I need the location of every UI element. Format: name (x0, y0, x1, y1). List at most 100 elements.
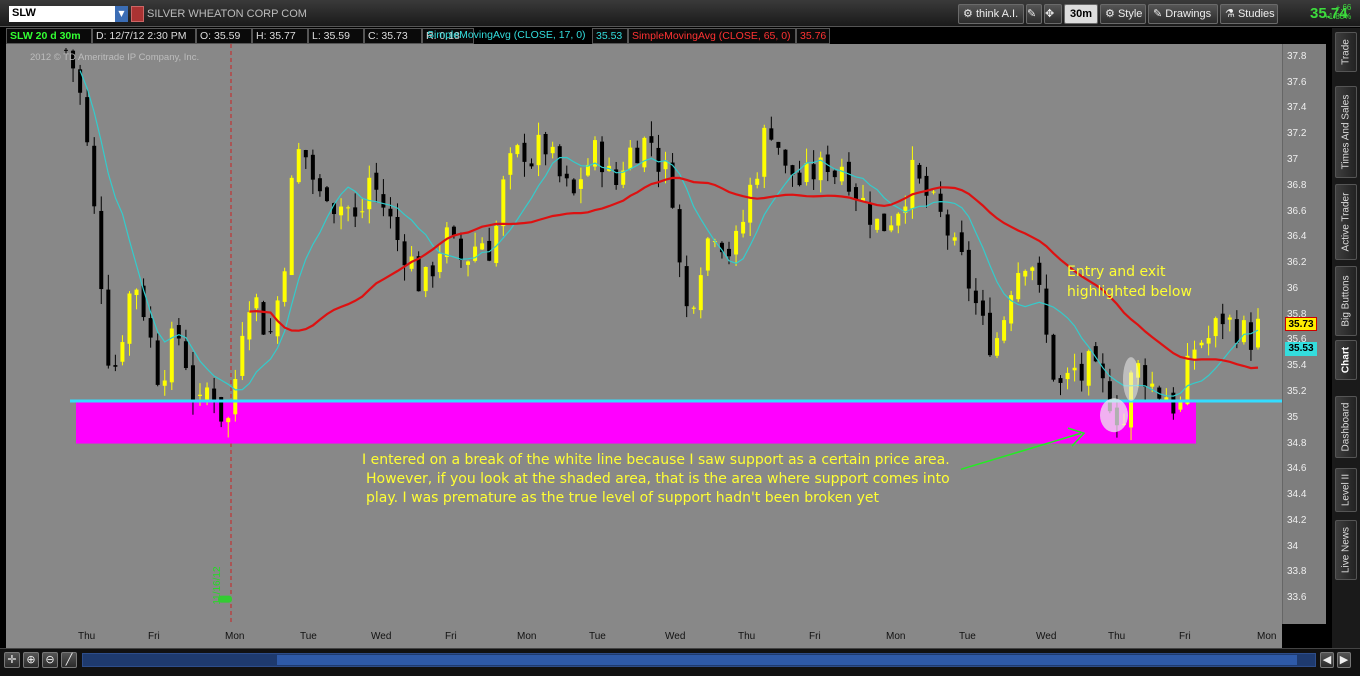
top-toolbar: SLW ▼ SILVER WHEATON CORP COM ⚙ think A.… (0, 0, 1360, 27)
draw-line-icon[interactable]: ╱ (61, 652, 77, 668)
candle-body (346, 207, 351, 209)
candle-body (571, 179, 576, 194)
candle-body (1199, 342, 1204, 346)
candle-body (804, 162, 809, 183)
price-tick-label: 33.8 (1287, 566, 1307, 578)
tab-trade[interactable]: Trade (1335, 32, 1357, 72)
company-name: SILVER WHEATON CORP COM (147, 8, 307, 20)
candle-body (480, 243, 485, 250)
candle-body (261, 302, 266, 335)
crosshair-tool-button[interactable]: ✎ (1026, 4, 1042, 24)
scroll-left-icon[interactable]: ◀ (1320, 652, 1334, 668)
candle-body (226, 418, 231, 423)
bar-high: H: 35.77 (252, 28, 308, 44)
price-tick-label: 37.4 (1287, 102, 1307, 114)
candle-body (444, 227, 449, 257)
tab-dashboard[interactable]: Dashboard (1335, 396, 1357, 458)
candle-body (324, 187, 329, 202)
price-axis[interactable]: 33.6 33.8 34 34.2 34.4 34.6 34.8 35 35.2 35.4 35.6… (1282, 44, 1326, 624)
candle-body (310, 154, 315, 180)
price-tick-label: 37 (1287, 154, 1299, 165)
candle-body (1213, 318, 1218, 337)
candle-body (205, 387, 210, 400)
zoom-out-icon[interactable]: ⊖ (42, 652, 58, 668)
tab-level-ii[interactable]: Level II (1335, 468, 1357, 512)
candle-body (1241, 320, 1246, 343)
tab-chart[interactable]: Chart (1335, 340, 1357, 380)
candle-body (1079, 363, 1084, 381)
interval-button[interactable]: 30m (1064, 4, 1098, 24)
time-tick-label: Fri (809, 631, 821, 642)
symbol-dropdown-icon[interactable]: ▼ (115, 6, 128, 22)
sma17-label: SimpleMovingAvg (CLOSE, 17, 0) (427, 29, 586, 41)
price-tick-label: 34.6 (1287, 463, 1307, 475)
price-chart[interactable]: 11/16/12 2012 © TD Ameritrade IP Company… (6, 44, 1282, 624)
candle-body (769, 128, 774, 140)
symbol-input[interactable]: SLW (9, 6, 115, 22)
price-tick-label: 36 (1287, 282, 1299, 294)
candle-body (1234, 319, 1239, 343)
candle-body (684, 266, 689, 307)
candle-body (416, 256, 421, 292)
zoom-in-icon[interactable]: ⊕ (23, 652, 39, 668)
zoom-tool-button[interactable]: ✥ (1044, 4, 1062, 24)
candle-body (381, 194, 386, 208)
chart-scrollbar[interactable] (82, 653, 1316, 667)
studies-button[interactable]: ⚗ Studies (1220, 4, 1278, 24)
scroll-thumb[interactable] (277, 655, 1297, 665)
think-ai-button[interactable]: ⚙ think A.I. (958, 4, 1024, 24)
time-tick-label: Tue (300, 631, 317, 642)
candle-body (938, 193, 943, 212)
candle-body (282, 271, 287, 302)
candle-body (755, 178, 760, 185)
candle-body (980, 300, 985, 316)
tab-active-trader[interactable]: Active Trader (1335, 184, 1357, 260)
drawings-button[interactable]: ✎ Drawings (1148, 4, 1218, 24)
candle-body (85, 97, 90, 143)
candle-body (642, 137, 647, 168)
support-annotation: I entered on a break of the white line b… (362, 451, 950, 508)
candle-body (317, 178, 322, 192)
candle-body (458, 238, 463, 261)
tab-live-news[interactable]: Live News (1335, 520, 1357, 580)
candle-body (198, 394, 203, 397)
bottom-toolbar: ✛ ⊕ ⊖ ╱ ◀ ▶ (0, 648, 1360, 676)
candle-body (783, 149, 788, 166)
candle-body (1058, 378, 1063, 383)
candle-body (1044, 288, 1049, 335)
time-tick-label: Mon (1257, 631, 1277, 642)
candle-body (1220, 313, 1225, 325)
candle-body (973, 290, 978, 304)
change-value: +.66 (1335, 3, 1352, 12)
candle-body (924, 175, 929, 196)
drawings-label: Drawings (1165, 8, 1212, 20)
chart-canvas: 11/16/12 (64, 44, 1282, 624)
pan-icon[interactable]: ✛ (4, 652, 20, 668)
interval-label: 30m (1069, 8, 1093, 20)
candle-body (423, 266, 428, 292)
price-tick-label: 35 (1287, 411, 1299, 423)
time-tick-label: Tue (589, 631, 606, 642)
time-tick-label: Wed (665, 631, 686, 642)
style-button[interactable]: ⚙ Style (1100, 4, 1146, 24)
candle-body (1227, 317, 1232, 320)
candle-body (289, 177, 294, 276)
candle-body (296, 149, 301, 183)
candle-body (339, 206, 344, 216)
candle-body (367, 177, 372, 210)
price-tick-label: 34 (1287, 540, 1299, 552)
candle-body (839, 166, 844, 182)
tab-big-buttons[interactable]: Big Buttons (1335, 266, 1357, 336)
copyright-text: 2012 © TD Ameritrade IP Company, Inc. (30, 52, 200, 63)
scroll-right-icon[interactable]: ▶ (1337, 652, 1351, 668)
candle-body (99, 210, 104, 290)
candle-body (882, 213, 887, 232)
price-change: +.66 +1.88% (1324, 3, 1351, 21)
style-icon: ⚙ (1105, 8, 1115, 20)
tab-times-and-sales[interactable]: Times And Sales (1335, 86, 1357, 178)
time-axis[interactable]: Thu Fri Mon Tue Wed Fri Mon Tue Wed Thu Fri Mon Tue W… (6, 624, 1282, 648)
candle-body (910, 159, 915, 209)
candle-body (966, 249, 971, 289)
symbol-link-icon[interactable] (131, 6, 144, 22)
candle-body (303, 150, 308, 158)
